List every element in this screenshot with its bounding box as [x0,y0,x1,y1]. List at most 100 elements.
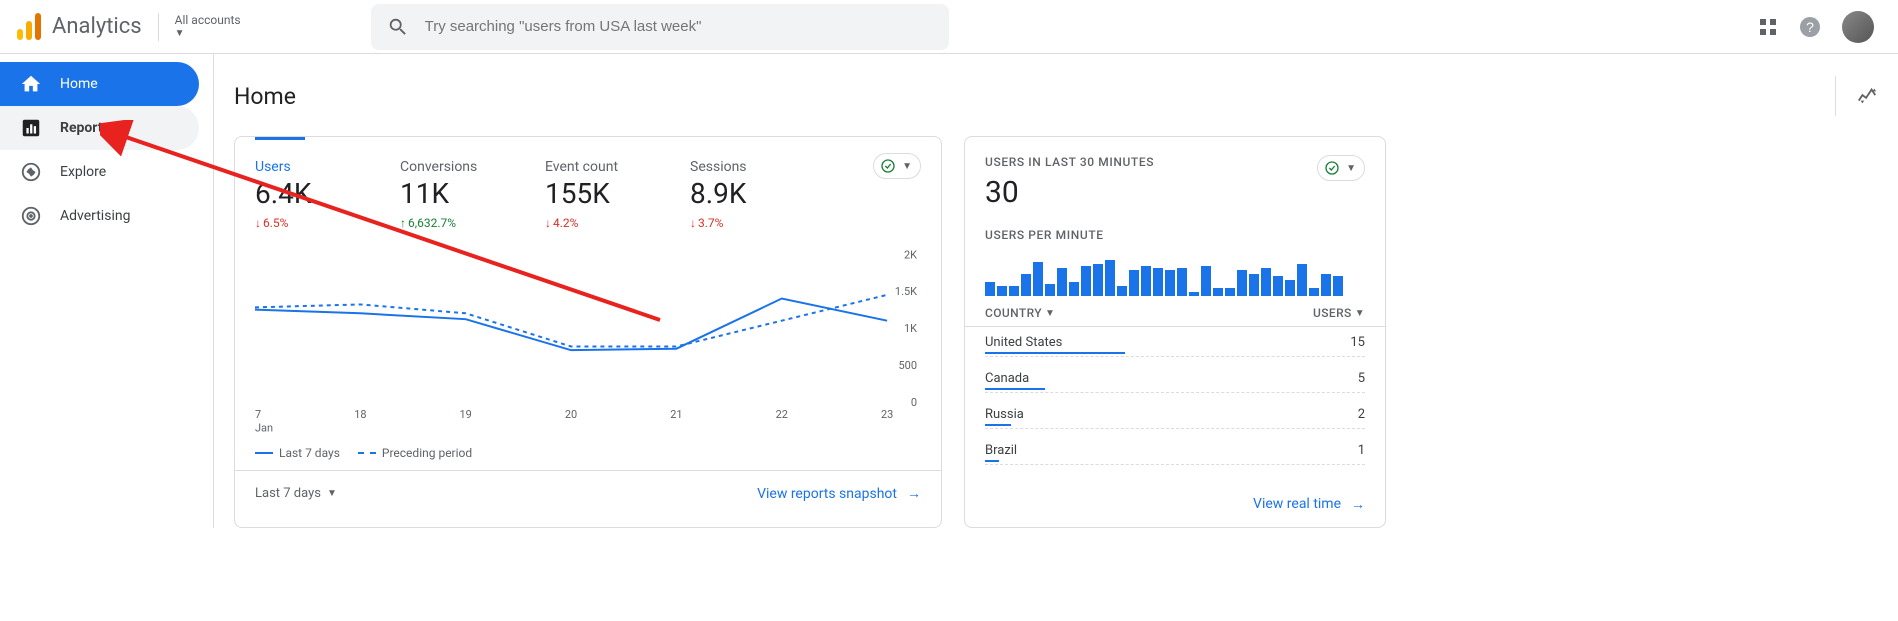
search-input[interactable] [425,18,933,35]
page-title: Home [234,83,296,110]
insights-icon[interactable] [1856,85,1878,107]
metric-event-count[interactable]: Event count 155K ↓4.2% [545,153,690,230]
apps-icon[interactable] [1758,17,1778,37]
minute-bar [1165,270,1175,296]
metric-value: 6.4K [255,177,400,210]
chevron-down-icon: ▼ [175,28,241,39]
table-row: Brazil1 [965,435,1385,460]
sidebar-item-label: Reports [60,120,110,136]
metric-users[interactable]: Users 6.4K ↓6.5% [255,153,400,230]
legend-previous: Preceding period [358,446,472,460]
svg-text:23: 23 [881,408,893,421]
row-bar [985,388,1045,390]
minute-bar [1321,274,1331,296]
sidebar-item-home[interactable]: Home [0,62,199,106]
metrics-row: Users 6.4K ↓6.5% Conversions 11K ↑6,632.… [235,137,941,230]
realtime-card: USERS IN LAST 30 MINUTES 30 ▼ USERS PER … [964,136,1386,528]
card-footer: Last 7 days ▼ View reports snapshot → [235,470,941,516]
help-icon[interactable]: ? [1798,15,1822,39]
realtime-title: USERS IN LAST 30 MINUTES [985,155,1154,169]
row-bar [985,352,1125,354]
sidebar: Home Reports Explore Advertising [0,54,213,528]
minute-bar [1141,266,1151,296]
card-options-pill[interactable]: ▼ [1317,155,1365,181]
minute-bar [1225,288,1235,296]
minute-bar [1201,266,1211,296]
realtime-value: 30 [985,175,1154,210]
avatar[interactable] [1842,11,1874,43]
svg-text:2K: 2K [904,248,917,261]
minute-bar [985,282,995,296]
metric-delta: ↓3.7% [690,216,835,230]
minute-bar [1129,270,1139,296]
minute-bar [997,286,1007,296]
sidebar-item-reports[interactable]: Reports [0,106,199,150]
search-icon [387,16,409,38]
metric-conversions[interactable]: Conversions 11K ↑6,632.7% [400,153,545,230]
view-real-time-link[interactable]: View real time → [1253,496,1365,513]
chevron-down-icon: ▼ [1045,308,1055,319]
minute-bar [1309,288,1319,296]
country-users: 15 [1350,335,1365,350]
account-label: All accounts [175,14,241,27]
tab-indicator [255,137,305,140]
col-country[interactable]: COUNTRY▼ [985,306,1055,320]
metric-delta: ↓4.2% [545,216,690,230]
metric-value: 11K [400,177,545,210]
chart-area: 05001K1.5K2K17181920212223Jan Last 7 day… [235,230,941,460]
col-users[interactable]: USERS▼ [1313,306,1365,320]
metric-delta: ↓6.5% [255,216,400,230]
minute-bar [1105,260,1115,296]
main-content: Home Users 6.4K ↓6.5% Conversions 11K [213,54,1898,528]
minute-bar [1081,266,1091,296]
metric-label: Conversions [400,159,545,175]
minute-bar [1057,268,1067,296]
arrow-up-icon: ↑ [400,216,406,230]
row-bar [985,424,1011,426]
advertising-icon [20,205,42,227]
account-switcher[interactable]: All accounts ▼ [175,14,241,38]
search-bar[interactable] [371,4,949,50]
chevron-down-icon: ▼ [902,161,912,172]
country-users: 1 [1358,443,1365,458]
card-footer: View real time → [965,481,1385,527]
metric-sessions[interactable]: Sessions 8.9K ↓3.7% [690,153,835,230]
country-name: United States [985,335,1062,350]
minute-bar [1285,280,1295,296]
metric-label: Sessions [690,159,835,175]
country-name: Russia [985,407,1024,422]
overview-card: Users 6.4K ↓6.5% Conversions 11K ↑6,632.… [234,136,942,528]
sidebar-item-advertising[interactable]: Advertising [0,194,199,238]
sidebar-item-label: Explore [60,164,106,180]
view-reports-snapshot-link[interactable]: View reports snapshot → [757,485,921,502]
country-table-body: United States15 Canada5 Russia2 Brazil1 [965,327,1385,471]
explore-icon [20,161,42,183]
minute-bar [1333,276,1343,296]
country-table-header: COUNTRY▼ USERS▼ [965,296,1385,327]
minute-bar [1273,276,1283,296]
brand-name: Analytics [52,14,142,39]
minute-bar [1249,274,1259,296]
card-options-pill[interactable]: ▼ [873,153,921,179]
date-range-selector[interactable]: Last 7 days ▼ [255,486,337,501]
chevron-down-icon: ▼ [327,488,337,499]
arrow-down-icon: ↓ [545,216,551,230]
minute-bar [1177,268,1187,296]
chevron-down-icon: ▼ [1355,308,1365,319]
svg-text:19: 19 [460,408,472,421]
table-row: Russia2 [965,399,1385,424]
arrow-down-icon: ↓ [255,216,261,230]
users-per-minute-title: USERS PER MINUTE [985,228,1365,242]
analytics-logo-icon [16,13,42,41]
minute-bar [1213,288,1223,296]
sidebar-item-explore[interactable]: Explore [0,150,199,194]
divider [158,13,159,41]
metric-label: Users [255,159,400,175]
metric-delta: ↑6,632.7% [400,216,545,230]
country-users: 5 [1358,371,1365,386]
svg-text:?: ? [1806,19,1814,35]
table-row: United States 15 [965,327,1385,352]
svg-text:1.5K: 1.5K [895,285,917,298]
svg-text:22: 22 [776,408,788,421]
table-row: Canada5 [965,363,1385,388]
